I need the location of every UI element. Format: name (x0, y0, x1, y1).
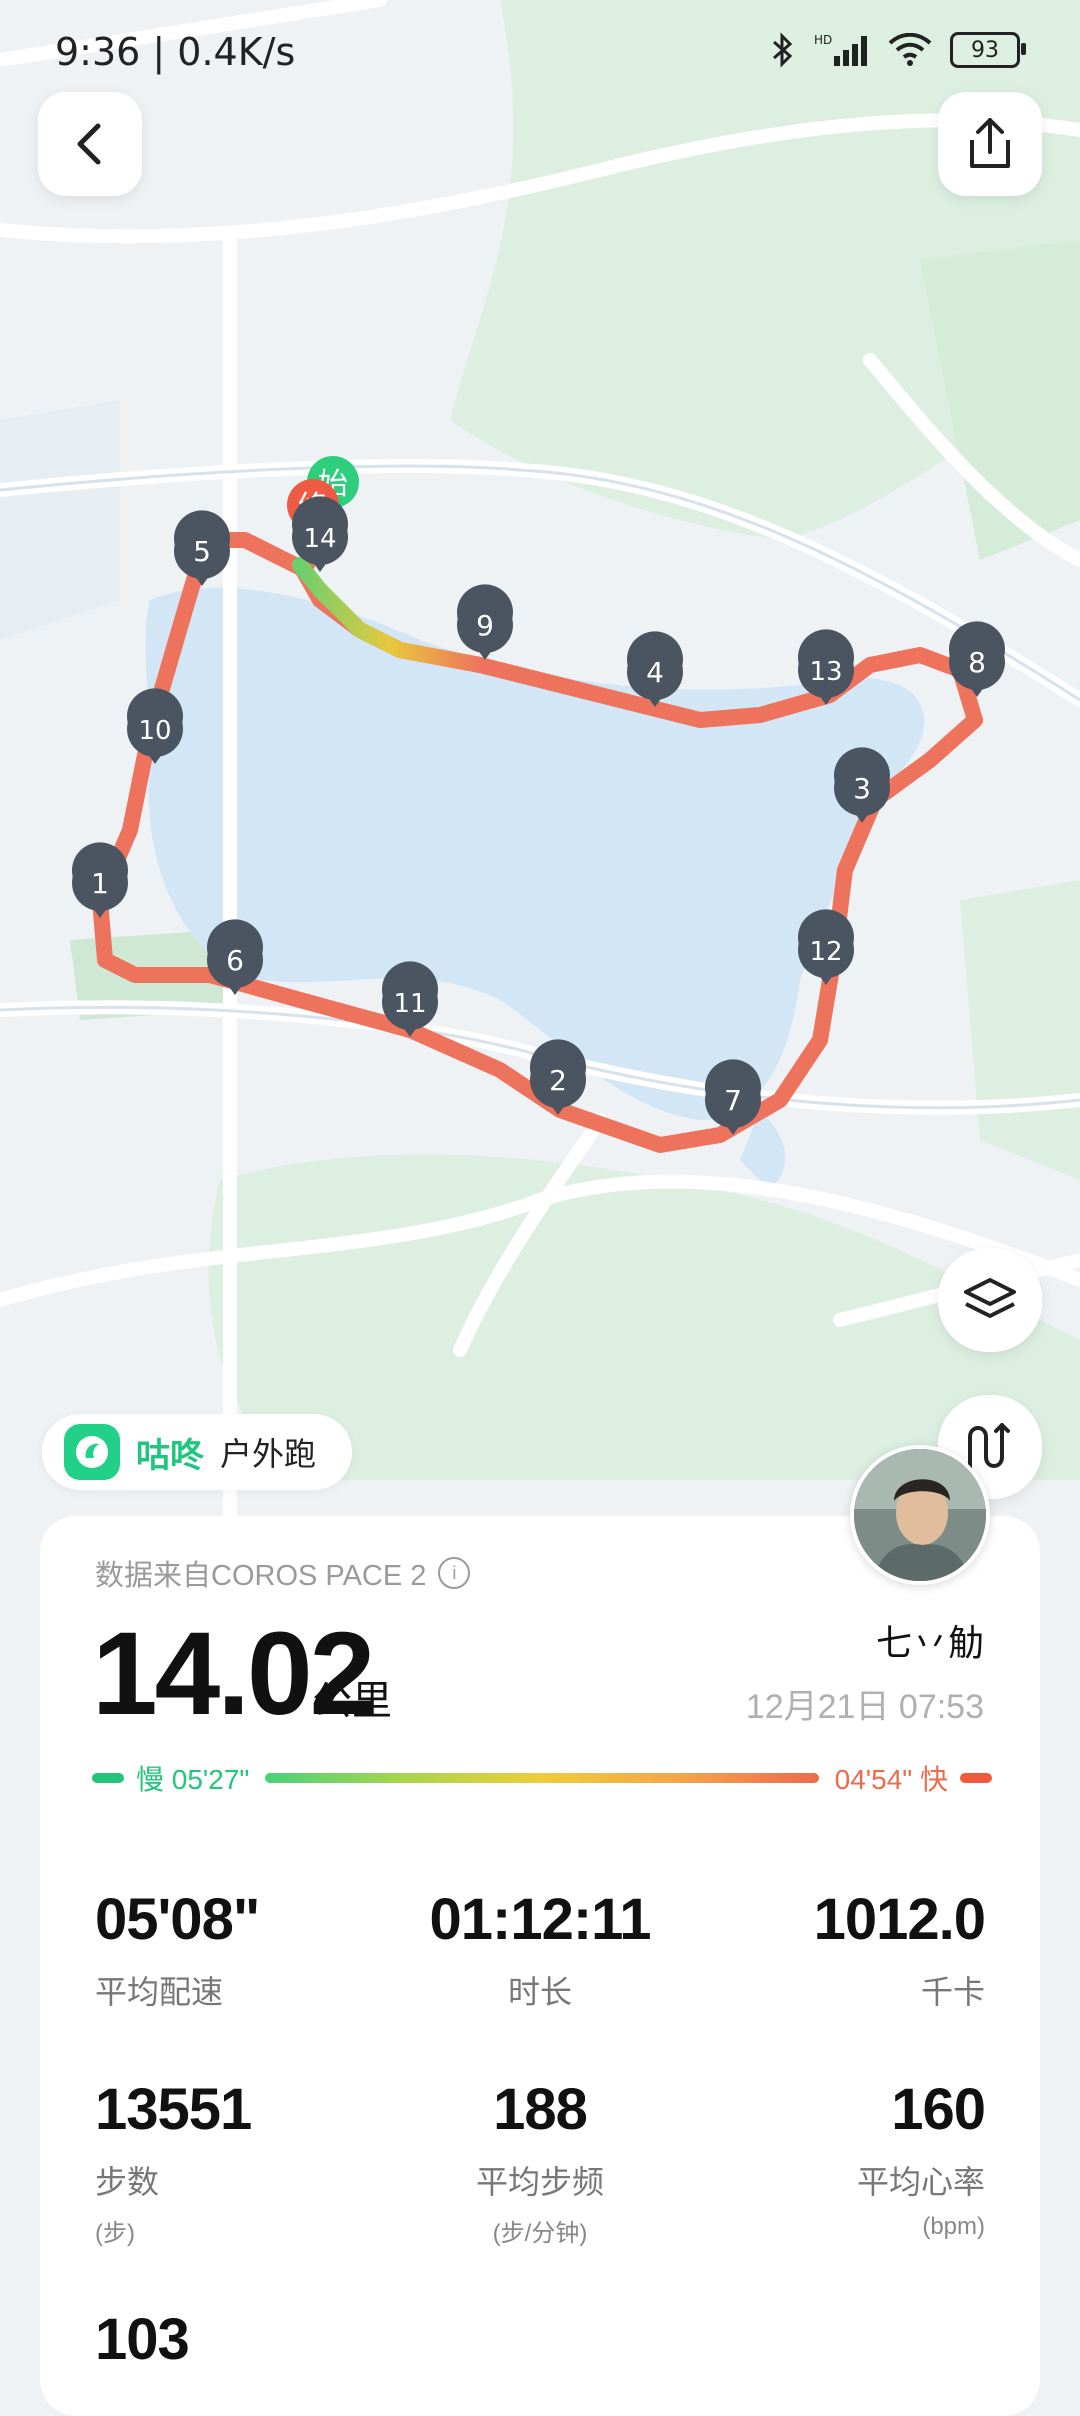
stat-calories: 1012.0 千卡 (685, 1886, 986, 2013)
battery-icon: 93 (950, 32, 1026, 68)
share-button[interactable] (938, 92, 1042, 196)
status-time: 9:36 | 0.4K/s (55, 30, 296, 74)
stat-heart-rate: 160 平均心率 (bpm) (685, 2076, 986, 2241)
battery-level: 93 (971, 37, 999, 63)
status-icons: HD 93 (770, 32, 1026, 68)
stat-label: 平均心率 (856, 2164, 985, 2200)
data-source-text: 数据来自COROS PACE 2 (95, 1560, 427, 1592)
stat-label: 千卡 (920, 1974, 985, 2010)
pace-gradient-bar (265, 1773, 819, 1783)
stat-unit: (步/分钟) (492, 2220, 588, 2247)
stat-avg-pace: 05'08" 平均配速 (95, 1886, 395, 2013)
info-icon[interactable]: i (438, 1557, 471, 1589)
app-name: 咕咚 (136, 1436, 204, 1475)
slow-pace-swatch (92, 1773, 124, 1783)
stat-label: 平均步频 (475, 2164, 604, 2200)
svg-text:HD: HD (814, 33, 832, 47)
user-avatar[interactable] (850, 1445, 990, 1585)
svg-text:4: 4 (646, 656, 664, 689)
svg-text:6: 6 (226, 944, 244, 977)
stat-value: 05'08" (95, 1887, 260, 1952)
back-button[interactable] (38, 92, 142, 196)
stat-unit: (bpm) (922, 2213, 985, 2240)
svg-text:11: 11 (393, 989, 426, 1019)
svg-text:8: 8 (968, 646, 986, 679)
stat-extra: 103 (95, 2306, 395, 2373)
cellular-signal-icon: HD (814, 33, 867, 66)
svg-text:9: 9 (476, 609, 494, 642)
svg-text:3: 3 (853, 772, 871, 805)
stat-steps: 13551 步数 (步) (95, 2076, 395, 2248)
svg-text:7: 7 (724, 1084, 742, 1117)
svg-text:1: 1 (91, 867, 109, 900)
stat-label: 步数 (95, 2164, 160, 2200)
status-bar: 9:36 | 0.4K/s HD 93 (0, 0, 1080, 110)
chevron-left-icon (77, 123, 101, 165)
svg-text:2: 2 (549, 1064, 567, 1097)
stat-duration: 01:12:11 时长 (390, 1886, 690, 2013)
svg-text:10: 10 (138, 716, 171, 746)
stat-value: 01:12:11 (429, 1887, 652, 1952)
stat-value: 188 (493, 2077, 588, 2142)
activity-datetime: 12月21日 07:53 (745, 1688, 984, 1726)
stat-label: 平均配速 (95, 1974, 224, 2010)
activity-source-badge: 咕咚 户外跑 (42, 1414, 353, 1490)
stat-value: 1012.0 (813, 1887, 986, 1952)
stat-cadence: 188 平均步频 (步/分钟) (390, 2076, 690, 2248)
distance-unit: 公里 (312, 1679, 392, 1723)
fast-pace-swatch (960, 1773, 992, 1783)
slow-pace-label: 慢 05'27" (136, 1764, 250, 1795)
svg-text:12: 12 (809, 937, 842, 967)
svg-text:13: 13 (809, 657, 842, 687)
activity-type: 户外跑 (220, 1436, 317, 1472)
stat-label: 时长 (507, 1974, 572, 2010)
codoon-logo-icon (64, 1424, 120, 1480)
pace-legend: 慢 05'27" 04'54" 快 (92, 1758, 992, 1798)
username[interactable]: 七丷觔 (876, 1614, 984, 1666)
summary-card: 数据来自COROS PACE 2 i 14.02 公里 七丷觔 12月21日 0… (40, 1516, 1040, 2416)
stat-value: 103 (95, 2307, 190, 2372)
wifi-icon (888, 33, 932, 66)
stat-unit: (步) (95, 2220, 135, 2247)
data-source: 数据来自COROS PACE 2 i (95, 1552, 471, 1594)
stat-value: 160 (891, 2077, 986, 2142)
fast-pace-label: 04'54" 快 (834, 1764, 948, 1795)
svg-text:14: 14 (303, 524, 336, 554)
share-icon (970, 118, 1010, 168)
map-layers-button[interactable] (938, 1248, 1042, 1352)
bluetooth-icon (773, 32, 793, 68)
stat-value: 13551 (95, 2077, 252, 2142)
svg-text:5: 5 (193, 535, 211, 568)
layers-icon (964, 1278, 1016, 1318)
